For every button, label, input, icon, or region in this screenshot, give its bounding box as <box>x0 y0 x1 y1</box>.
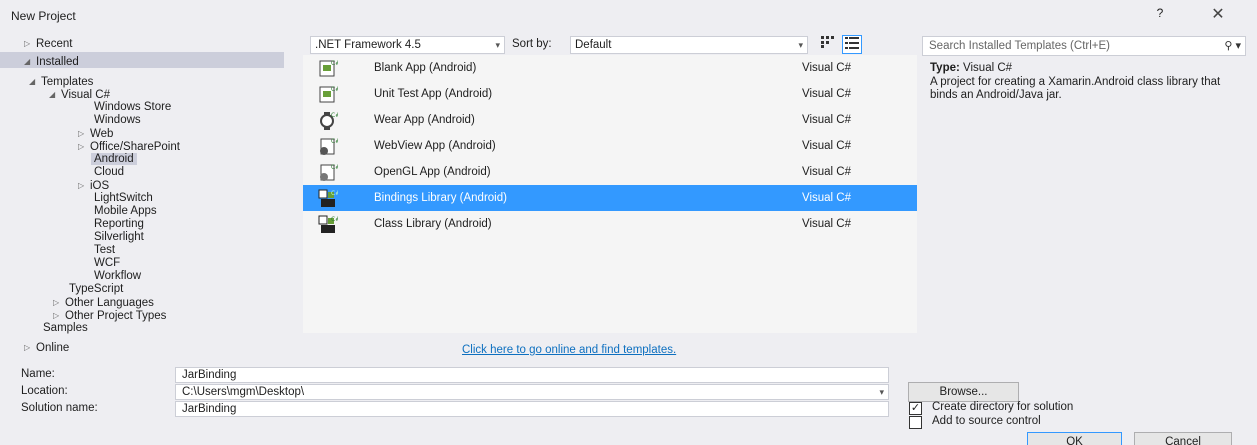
expand-arrow-icon: ▷ <box>24 343 31 352</box>
tree-item-recent[interactable]: ▷ Recent <box>24 37 72 50</box>
sort-by-label: Sort by: <box>512 38 552 50</box>
svg-text:C#: C# <box>331 60 338 67</box>
template-type: Type: Visual C# <box>930 62 1013 74</box>
expand-arrow-icon: ▷ <box>24 39 31 48</box>
tree-item-online[interactable]: ▷ Online <box>24 341 69 354</box>
list-view-button[interactable] <box>842 35 862 54</box>
android-project-icon: C# <box>320 138 338 155</box>
location-field[interactable]: C:\Users\mgm\Desktop\ ▾ <box>175 384 889 400</box>
svg-text:C#: C# <box>331 216 338 223</box>
tree-item-other-languages[interactable]: ▷ Other Languages <box>53 296 154 309</box>
tree-item-visual-csharp[interactable]: ◢ Visual C# <box>49 88 110 101</box>
tree-item-workflow[interactable]: Workflow <box>94 270 141 283</box>
title-bar: New Project ? ✕ <box>0 0 1257 30</box>
svg-text:C#: C# <box>331 190 338 197</box>
tree-item-mobile-apps[interactable]: Mobile Apps <box>94 205 157 218</box>
svg-text:C#: C# <box>331 86 338 93</box>
tree-item-ios[interactable]: ▷ iOS <box>78 179 109 192</box>
tree-item-samples[interactable]: Samples <box>43 322 88 335</box>
template-description: A project for creating a Xamarin.Android… <box>930 76 1221 101</box>
template-list: C# Blank App (Android) Visual C# C# Unit… <box>303 55 917 333</box>
online-templates-link[interactable]: Click here to go online and find templat… <box>462 344 676 356</box>
checkmark-icon: ✓ <box>910 402 921 414</box>
name-field[interactable]: JarBinding <box>175 367 889 383</box>
library-project-icon: C# <box>318 189 338 207</box>
collapse-arrow-icon: ◢ <box>24 57 31 66</box>
close-button[interactable]: ✕ <box>1206 4 1230 24</box>
android-project-icon: C# <box>319 60 338 77</box>
chevron-down-icon: ▾ <box>798 40 803 50</box>
tree-item-installed[interactable]: ◢ Installed <box>24 55 79 68</box>
android-project-icon: C# <box>319 86 338 103</box>
tree-item-other-project-types[interactable]: ▷ Other Project Types <box>53 309 166 322</box>
expand-arrow-icon: ▷ <box>78 142 85 151</box>
collapse-arrow-icon: ◢ <box>49 90 56 99</box>
location-label: Location: <box>21 385 68 397</box>
search-icon: ⚲ ▾ <box>1224 40 1241 52</box>
help-button[interactable]: ? <box>1150 6 1170 24</box>
template-row-unit-test-app[interactable]: C# Unit Test App (Android) Visual C# <box>303 81 917 107</box>
name-label: Name: <box>21 368 55 380</box>
solution-name-label: Solution name: <box>21 402 98 414</box>
tree-item-test[interactable]: Test <box>94 244 115 257</box>
small-icons-view-icon <box>821 36 834 48</box>
tree-item-windows-store[interactable]: Windows Store <box>94 101 171 114</box>
tree-item-wcf[interactable]: WCF <box>94 257 120 270</box>
expand-arrow-icon: ▷ <box>53 298 60 307</box>
tree-item-windows[interactable]: Windows <box>94 114 141 127</box>
tree-item-lightswitch[interactable]: LightSwitch <box>94 192 153 205</box>
sort-dropdown[interactable]: Default ▾ <box>570 36 808 54</box>
tree-item-silverlight[interactable]: Silverlight <box>94 231 144 244</box>
tree-item-android[interactable]: Android <box>91 153 137 166</box>
svg-text:C#: C# <box>331 138 338 145</box>
template-row-class-library[interactable]: C# Class Library (Android) Visual C# <box>303 211 917 237</box>
solution-name-field[interactable]: JarBinding <box>175 401 889 417</box>
expand-arrow-icon: ▷ <box>53 311 60 320</box>
library-project-icon: C# <box>318 215 338 233</box>
collapse-arrow-icon: ◢ <box>29 77 36 86</box>
svg-text:C#: C# <box>331 164 338 171</box>
expand-arrow-icon: ▷ <box>78 129 85 138</box>
dialog-title: New Project <box>11 9 76 23</box>
template-row-webview-app[interactable]: C# WebView App (Android) Visual C# <box>303 133 917 159</box>
search-input[interactable]: Search Installed Templates (Ctrl+E) ⚲ ▾ <box>922 36 1246 56</box>
list-view-icon <box>845 37 859 49</box>
create-directory-label: Create directory for solution <box>932 401 1074 413</box>
framework-dropdown[interactable]: .NET Framework 4.5 ▾ <box>310 36 505 54</box>
tree-item-templates[interactable]: ◢ Templates <box>29 75 93 88</box>
tree-item-typescript[interactable]: TypeScript <box>69 283 123 296</box>
tree-item-cloud[interactable]: Cloud <box>94 166 124 179</box>
template-row-opengl-app[interactable]: C# OpenGL App (Android) Visual C# <box>303 159 917 185</box>
source-control-label: Add to source control <box>932 415 1041 427</box>
tree-item-office-sharepoint[interactable]: ▷ Office/SharePoint <box>78 140 180 153</box>
android-project-icon: C# <box>320 164 338 181</box>
watch-project-icon: C# <box>320 112 338 130</box>
create-directory-checkbox[interactable]: ✓ <box>909 402 922 415</box>
svg-text:C#: C# <box>331 112 338 119</box>
expand-arrow-icon: ▷ <box>78 181 85 190</box>
source-control-checkbox[interactable] <box>909 416 922 429</box>
cancel-button[interactable]: Cancel <box>1134 432 1232 445</box>
template-row-blank-app[interactable]: C# Blank App (Android) Visual C# <box>303 55 917 81</box>
browse-button[interactable]: Browse... <box>908 382 1019 402</box>
template-row-bindings-library[interactable]: C# Bindings Library (Android) Visual C# <box>303 185 917 211</box>
small-icons-view-button[interactable] <box>818 35 838 54</box>
chevron-down-icon: ▾ <box>495 40 500 50</box>
tree-item-web[interactable]: ▷ Web <box>78 127 113 140</box>
tree-item-reporting[interactable]: Reporting <box>94 218 144 231</box>
ok-button[interactable]: OK <box>1027 432 1122 445</box>
chevron-down-icon: ▾ <box>879 387 884 397</box>
template-row-wear-app[interactable]: C# Wear App (Android) Visual C# <box>303 107 917 133</box>
